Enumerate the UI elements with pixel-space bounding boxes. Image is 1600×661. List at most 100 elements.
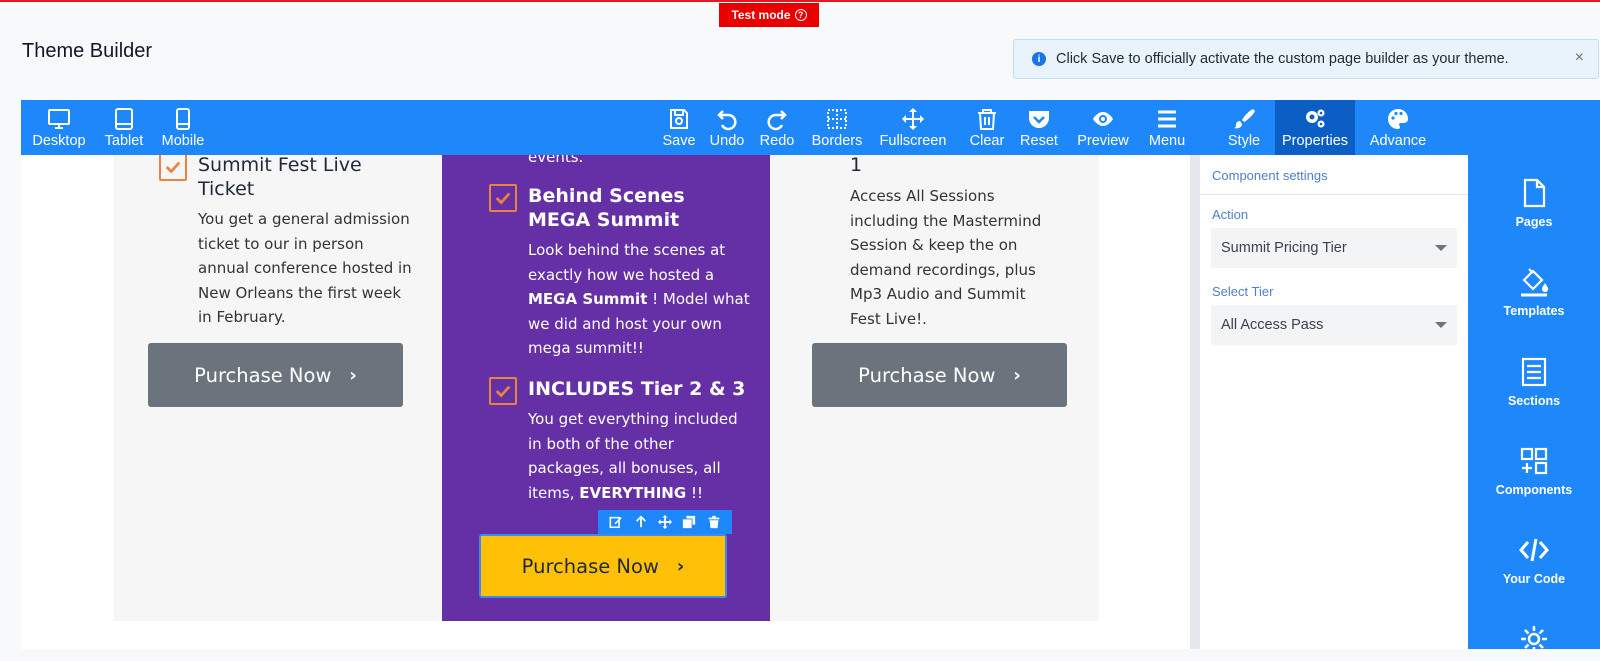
pages-label: Pages (1515, 215, 1553, 229)
sections-icon (1521, 357, 1547, 387)
editor-canvas[interactable]: Summit Fest Live Ticket You get a genera… (21, 155, 1190, 649)
feature-text-fragment: events. (528, 155, 584, 166)
edit-icon[interactable] (609, 515, 623, 529)
feature-item: INCLUDES Tier 2 & 3 You get everything i… (489, 377, 750, 505)
sidebar-item-settings[interactable] (1468, 623, 1600, 661)
chevron-right-icon: › (676, 555, 685, 577)
purchase-now-button-selected[interactable]: Purchase Now › (479, 534, 727, 598)
top-red-line (0, 0, 1600, 2)
preview-button[interactable]: Preview (1071, 100, 1135, 155)
undo-icon (717, 109, 737, 130)
tier-label: Select Tier (1212, 284, 1274, 299)
mobile-label: Mobile (161, 132, 205, 149)
button-label: Purchase Now (858, 363, 996, 387)
test-mode-label: Test mode (731, 8, 791, 22)
action-value: Summit Pricing Tier (1221, 240, 1347, 256)
action-select[interactable]: Summit Pricing Tier (1211, 228, 1457, 268)
tier-value: All Access Pass (1221, 317, 1324, 333)
button-label: Purchase Now (194, 363, 332, 387)
feature-description: You get a general admission ticket to ou… (198, 210, 412, 326)
borders-icon (827, 108, 847, 129)
panel-header: Component settings (1200, 155, 1468, 195)
templates-label: Templates (1503, 304, 1565, 318)
save-label: Save (662, 132, 696, 149)
feature-title: Summit Fest Live Ticket (198, 155, 362, 200)
close-icon[interactable]: × (1575, 49, 1584, 67)
properties-tab[interactable]: Properties (1275, 100, 1355, 155)
redo-label: Redo (759, 132, 795, 149)
feature-item: Summit Fest Live Ticket You get a genera… (159, 155, 413, 330)
duplicate-icon[interactable] (682, 515, 696, 529)
paint-bucket-icon (1521, 268, 1549, 297)
save-icon (670, 108, 688, 129)
brush-icon (1234, 108, 1255, 128)
code-icon (1519, 538, 1549, 562)
move-icon[interactable] (657, 515, 672, 529)
hamburger-icon (1158, 110, 1176, 127)
button-label: Purchase Now (521, 554, 659, 578)
canvas-scrollbar[interactable] (1190, 155, 1200, 649)
purchase-now-button[interactable]: Purchase Now › (148, 343, 403, 407)
sidebar-item-sections[interactable]: Sections (1468, 356, 1600, 408)
redo-icon (767, 109, 787, 130)
components-icon (1520, 447, 1548, 475)
pricing-column-left[interactable]: Summit Fest Live Ticket You get a genera… (113, 155, 436, 621)
checkbox-icon (489, 184, 517, 212)
arrow-up-icon[interactable] (634, 515, 648, 529)
info-icon: i (1032, 52, 1046, 66)
advance-tab[interactable]: Advance (1363, 100, 1433, 155)
feature-title: Behind Scenes MEGA Summit (528, 185, 685, 231)
undo-label: Undo (709, 132, 745, 149)
chevron-right-icon: › (349, 364, 357, 386)
pricing-column-right[interactable]: 1 Access All Sessions including the Mast… (776, 155, 1099, 621)
chevron-right-icon: › (1013, 364, 1021, 386)
feature-item: Behind Scenes MEGA Summit Look behind th… (489, 184, 750, 361)
dropdown-arrow-icon (1435, 322, 1447, 328)
desktop-button[interactable]: Desktop (29, 100, 89, 155)
sections-label: Sections (1507, 394, 1561, 408)
redo-button[interactable]: Redo (755, 100, 799, 155)
action-label: Action (1212, 207, 1249, 222)
properties-label: Properties (1281, 132, 1349, 149)
feature-description: Look behind the scenes at exactly how we… (528, 238, 750, 361)
reset-button[interactable]: Reset (1017, 100, 1061, 155)
checkbox-icon (489, 377, 517, 405)
delete-icon[interactable] (707, 515, 721, 529)
style-tab[interactable]: Style (1221, 100, 1267, 155)
page-title: Theme Builder (22, 40, 153, 62)
dropdown-arrow-icon (1435, 245, 1447, 251)
sidebar-item-components[interactable]: Components (1468, 445, 1600, 497)
tablet-label: Tablet (104, 132, 144, 149)
desc-bold: EVERYTHING (579, 483, 687, 502)
feature-description: You get everything included in both of t… (528, 407, 750, 505)
element-toolbar (598, 510, 732, 534)
tablet-button[interactable]: Tablet (99, 100, 149, 155)
undo-button[interactable]: Undo (705, 100, 749, 155)
mobile-button[interactable]: Mobile (158, 100, 208, 155)
save-button[interactable]: Save (657, 100, 701, 155)
fullscreen-button[interactable]: Fullscreen (875, 100, 951, 155)
sidebar-item-templates[interactable]: Templates (1468, 266, 1600, 318)
sidebar-item-pages[interactable]: Pages (1468, 177, 1600, 229)
mobile-icon (176, 107, 190, 130)
purchase-now-button[interactable]: Purchase Now › (812, 343, 1067, 407)
clear-button[interactable]: Clear (965, 100, 1009, 155)
pricing-column-featured[interactable]: events. Behind Scenes MEGA Summit Look b… (442, 155, 770, 621)
feature-title: 1 (850, 155, 863, 176)
eye-icon (1093, 111, 1113, 126)
sidebar-item-your-code[interactable]: Your Code (1468, 534, 1600, 586)
tablet-icon (115, 107, 133, 130)
test-mode-badge[interactable]: Test mode ? (719, 3, 819, 27)
desc-text: !! (686, 483, 703, 502)
builder-toolbar: Desktop Tablet Mobile Save Undo Redo Bor… (21, 100, 1600, 155)
desc-bold: MEGA Summit (528, 290, 648, 308)
desktop-icon (48, 108, 70, 129)
tier-select[interactable]: All Access Pass (1211, 305, 1457, 345)
borders-button[interactable]: Borders (807, 100, 867, 155)
menu-button[interactable]: Menu (1143, 100, 1191, 155)
reset-label: Reset (1020, 132, 1058, 149)
gears-icon (1306, 109, 1325, 127)
palette-icon (1388, 108, 1408, 129)
info-notice: i Click Save to officially activate the … (1013, 39, 1599, 79)
pocket-icon (1029, 110, 1049, 128)
